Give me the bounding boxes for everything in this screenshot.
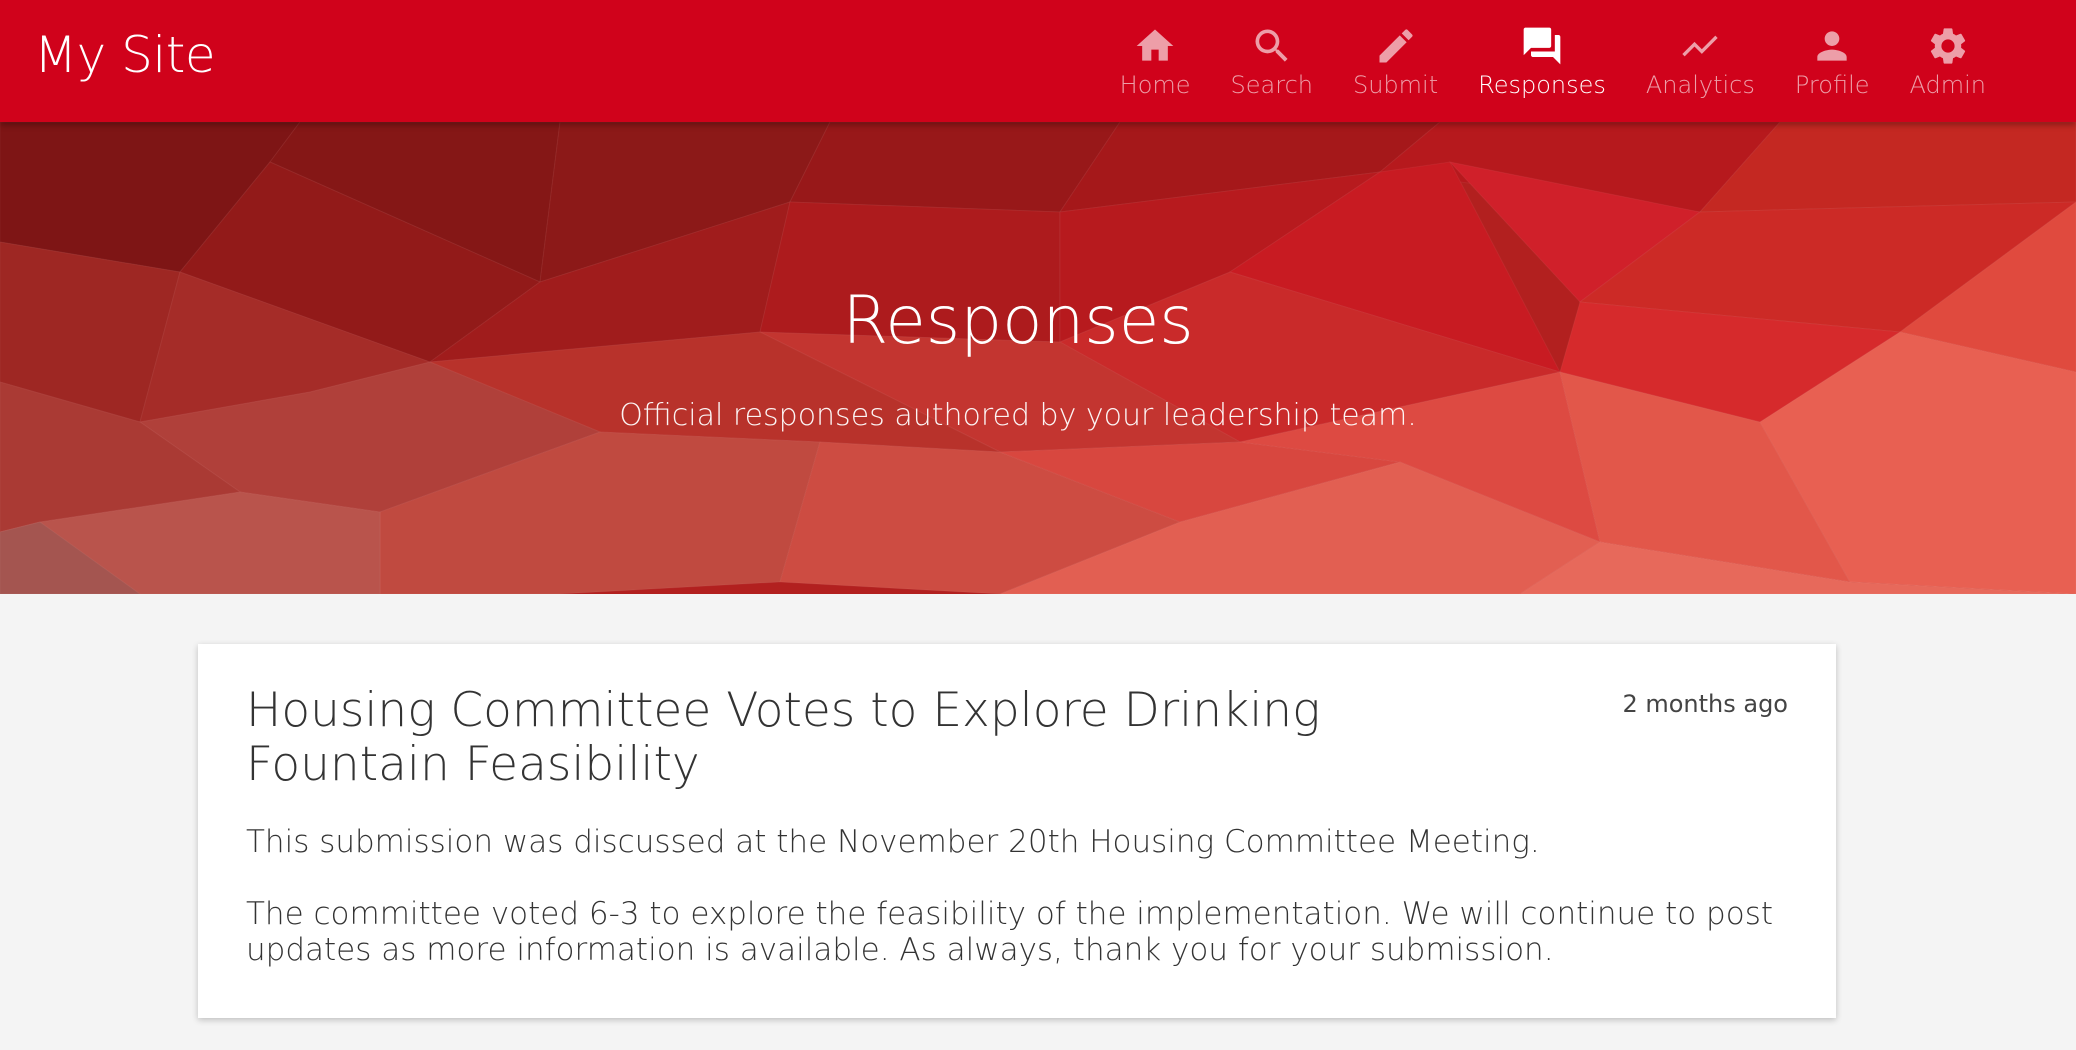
nav-item-admin[interactable]: Admin	[1890, 0, 2007, 122]
hero-banner: Responses Official responses authored by…	[0, 122, 2076, 594]
nav-item-submit[interactable]: Submit	[1333, 0, 1458, 122]
response-body: This submission was discussed at the Nov…	[246, 824, 1788, 968]
page-subtitle: Official responses authored by your lead…	[619, 398, 1417, 433]
pencil-icon	[1374, 24, 1418, 68]
nav-label-submit: Submit	[1352, 71, 1439, 99]
nav-label-responses: Responses	[1478, 71, 1606, 99]
top-navbar: My Site Home Search Submit Responses Ana…	[0, 0, 2076, 122]
nav-item-home[interactable]: Home	[1100, 0, 1211, 122]
nav-label-admin: Admin	[1909, 71, 1987, 99]
response-title[interactable]: Housing Committee Votes to Explore Drink…	[246, 684, 1466, 792]
nav-item-profile[interactable]: Profile	[1775, 0, 1890, 122]
nav-label-profile: Profile	[1794, 71, 1870, 99]
gear-icon	[1926, 24, 1970, 68]
page-title: Responses	[842, 282, 1194, 359]
response-timestamp: 2 months ago	[1622, 690, 1788, 718]
nav-label-search: Search	[1230, 71, 1313, 99]
chat-icon	[1520, 24, 1564, 68]
nav-label-analytics: Analytics	[1645, 71, 1755, 99]
trending-icon	[1678, 24, 1722, 68]
home-icon	[1133, 24, 1177, 68]
nav-label-home: Home	[1119, 71, 1191, 99]
response-paragraph: The committee voted 6-3 to explore the f…	[246, 896, 1774, 968]
person-icon	[1810, 24, 1854, 68]
site-brand[interactable]: My Site	[34, 26, 216, 84]
search-icon	[1250, 24, 1294, 68]
nav-item-analytics[interactable]: Analytics	[1626, 0, 1775, 122]
main-nav: Home Search Submit Responses Analytics P…	[1100, 0, 2006, 122]
nav-item-responses[interactable]: Responses	[1458, 0, 1626, 122]
response-card: Housing Committee Votes to Explore Drink…	[198, 644, 1836, 1018]
nav-item-search[interactable]: Search	[1211, 0, 1333, 122]
response-paragraph: This submission was discussed at the Nov…	[246, 824, 1540, 860]
